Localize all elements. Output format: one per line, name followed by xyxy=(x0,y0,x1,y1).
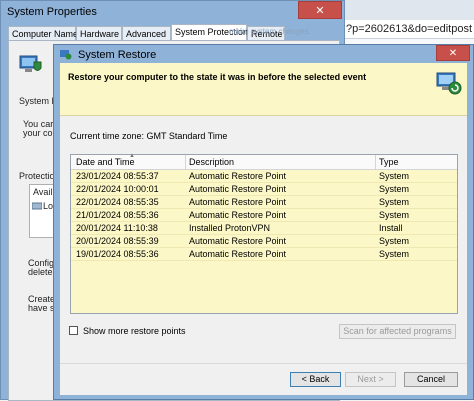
next-button[interactable]: Next > xyxy=(345,372,396,387)
column-header-date[interactable]: Date and Time xyxy=(76,157,135,167)
dialog-titlebar: System Restore ✕ xyxy=(54,45,473,63)
close-button[interactable]: ✕ xyxy=(436,45,470,61)
cell-type: System xyxy=(379,236,410,246)
tab-strip-text: make system changes. xyxy=(229,27,311,36)
address-text: ?p=2602613&do=editpost xyxy=(346,23,473,35)
column-header-available: Avail xyxy=(33,187,53,197)
window-title: System Properties xyxy=(7,6,97,18)
drive-label: Lo xyxy=(43,201,54,211)
column-header-description[interactable]: Description xyxy=(189,157,234,167)
dialog-content: Restore your computer to the state it wa… xyxy=(60,63,467,395)
dialog-heading: Restore your computer to the state it wa… xyxy=(68,72,367,82)
address-bar[interactable]: ?p=2602613&do=editpost xyxy=(342,20,474,39)
cell-description: Automatic Restore Point xyxy=(189,184,287,194)
configure-text: delete xyxy=(28,267,53,277)
close-icon: ✕ xyxy=(448,48,458,59)
sort-arrow-icon: ▲ xyxy=(129,153,135,159)
cell-date: 20/01/2024 11:10:38 xyxy=(76,223,158,233)
checkbox-box[interactable] xyxy=(69,326,78,335)
button-separator xyxy=(60,363,467,364)
restore-icon xyxy=(436,72,462,95)
close-button[interactable]: ✕ xyxy=(298,1,342,19)
cell-date: 23/01/2024 08:55:37 xyxy=(76,171,159,181)
table-row[interactable]: 20/01/2024 11:10:38 Installed ProtonVPN … xyxy=(71,222,457,235)
close-icon: ✕ xyxy=(315,5,325,17)
tab-advanced[interactable]: Advanced xyxy=(122,26,171,41)
cell-date: 22/01/2024 10:00:01 xyxy=(76,184,159,194)
create-text: have s xyxy=(28,303,55,313)
restore-points-table: Date and Time ▲ Description Type 23/01/2… xyxy=(70,153,458,314)
description-line: your co xyxy=(23,128,53,138)
cell-description: Automatic Restore Point xyxy=(189,210,287,220)
cell-description: Automatic Restore Point xyxy=(189,197,287,207)
column-divider[interactable] xyxy=(185,155,186,169)
scan-affected-programs-button[interactable]: Scan for affected programs xyxy=(339,324,456,339)
restore-icon xyxy=(60,50,72,60)
cell-date: 19/01/2024 08:55:36 xyxy=(76,249,159,259)
cell-date: 21/01/2024 08:55:36 xyxy=(76,210,159,220)
table-row[interactable]: 23/01/2024 08:55:37 Automatic Restore Po… xyxy=(71,170,457,183)
cell-description: Installed ProtonVPN xyxy=(189,223,271,233)
table-row[interactable]: 19/01/2024 08:55:36 Automatic Restore Po… xyxy=(71,248,457,261)
drive-icon xyxy=(32,202,42,210)
cell-description: Automatic Restore Point xyxy=(189,249,287,259)
header-band: Restore your computer to the state it wa… xyxy=(60,63,467,116)
column-header-type[interactable]: Type xyxy=(379,157,399,167)
table-row[interactable]: 21/01/2024 08:55:36 Automatic Restore Po… xyxy=(71,209,457,222)
cell-type: System xyxy=(379,249,410,259)
table-row[interactable]: 20/01/2024 08:55:39 Automatic Restore Po… xyxy=(71,235,457,248)
cell-type: System xyxy=(379,171,410,181)
table-row[interactable]: 22/01/2024 10:00:01 Automatic Restore Po… xyxy=(71,183,457,196)
cancel-button[interactable]: Cancel xyxy=(404,372,458,387)
timezone-label: Current time zone: GMT Standard Time xyxy=(70,131,228,141)
column-divider[interactable] xyxy=(375,155,376,169)
back-button[interactable]: < Back xyxy=(290,372,341,387)
cell-date: 20/01/2024 08:55:39 xyxy=(76,236,159,246)
cell-date: 22/01/2024 08:55:35 xyxy=(76,197,159,207)
show-more-label[interactable]: Show more restore points xyxy=(83,326,186,336)
computer-shield-icon xyxy=(19,55,42,72)
tab-computer-name[interactable]: Computer Name xyxy=(8,26,78,41)
cell-type: System xyxy=(379,210,410,220)
dialog-title: System Restore xyxy=(78,49,157,61)
system-restore-dialog: System Restore ✕ Restore your computer t… xyxy=(53,44,474,400)
cell-type: System xyxy=(379,184,410,194)
tab-hardware[interactable]: Hardware xyxy=(76,26,122,41)
table-header: Date and Time ▲ Description Type xyxy=(71,153,457,170)
cell-type: Install xyxy=(379,223,403,233)
cell-type: System xyxy=(379,197,410,207)
cell-description: Automatic Restore Point xyxy=(189,236,287,246)
cell-description: Automatic Restore Point xyxy=(189,171,287,181)
protection-settings-label: Protectio xyxy=(19,171,55,181)
table-row[interactable]: 22/01/2024 08:55:35 Automatic Restore Po… xyxy=(71,196,457,209)
